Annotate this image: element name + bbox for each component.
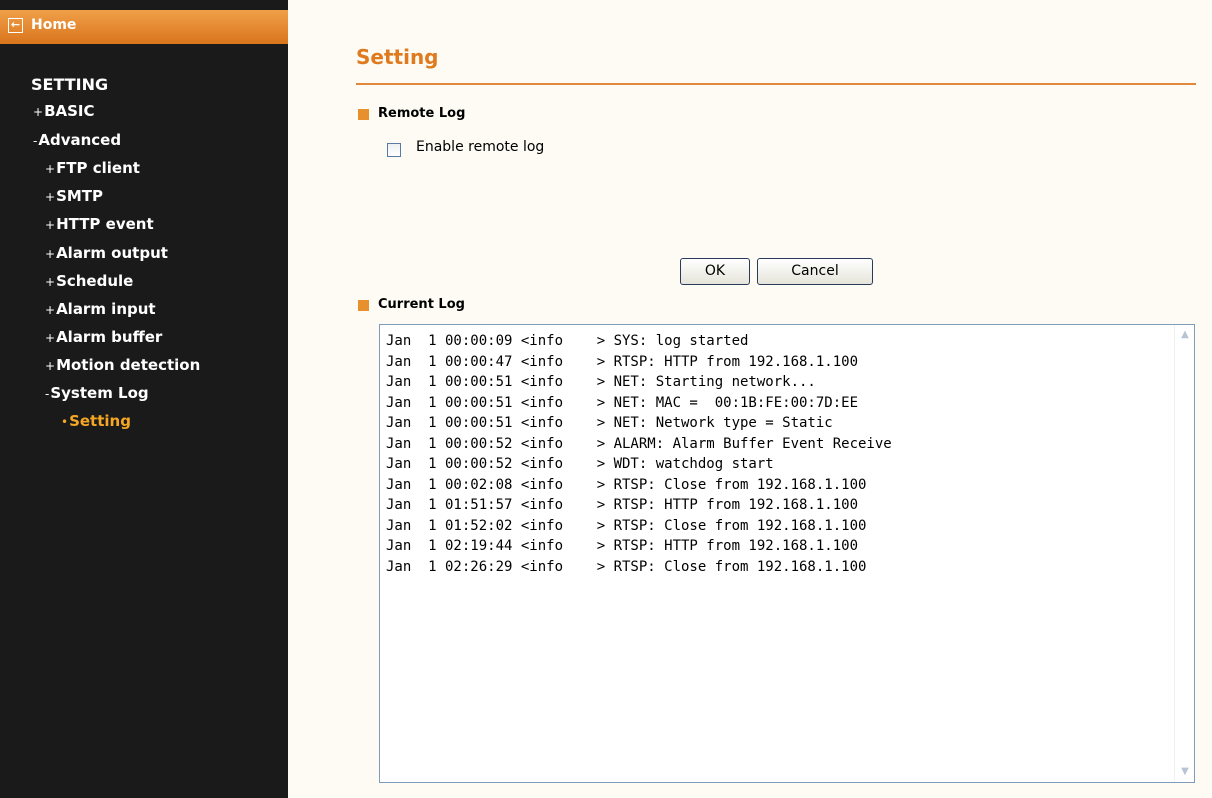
remote-log-heading: Remote Log	[378, 106, 466, 121]
scroll-down-icon[interactable]: ▼	[1178, 765, 1192, 779]
sidebar-item-ftp-client[interactable]: +FTP client	[45, 159, 140, 177]
enable-remote-log-label[interactable]: Enable remote log	[416, 139, 544, 155]
log-scrollbar[interactable]: ▲ ▼	[1174, 325, 1194, 782]
sidebar-item-schedule[interactable]: +Schedule	[45, 272, 133, 290]
log-line: Jan 1 02:26:29 <info > RTSP: Close from …	[386, 558, 867, 575]
log-lines: Jan 1 00:00:09 <info > SYS: log started J…	[386, 331, 892, 577]
sidebar-item-advanced[interactable]: -Advanced	[33, 131, 121, 149]
sidebar-item-alarm-input[interactable]: +Alarm input	[45, 300, 156, 318]
log-line: Jan 1 00:00:52 <info > WDT: watchdog sta…	[386, 456, 774, 472]
home-link[interactable]: ← Home	[0, 10, 288, 44]
log-line: Jan 1 00:00:52 <info > ALARM: Alarm Buff…	[386, 435, 892, 452]
log-line: Jan 1 00:02:08 <info > RTSP: Close from …	[386, 476, 867, 493]
log-line: Jan 1 02:19:44 <info > RTSP: HTTP from 1…	[386, 538, 859, 554]
enable-remote-log-checkbox[interactable]	[387, 143, 401, 157]
current-log-textarea[interactable]: Jan 1 00:00:09 <info > SYS: log started J…	[379, 324, 1195, 783]
log-line: Jan 1 01:51:57 <info > RTSP: HTTP from 1…	[386, 497, 859, 513]
page-title: Setting	[356, 45, 439, 69]
log-line: Jan 1 00:00:51 <info > NET: Network type…	[386, 415, 833, 431]
ok-button[interactable]: OK	[680, 258, 750, 285]
log-line: Jan 1 00:00:51 <info > NET: MAC = 00:1B:…	[386, 394, 859, 411]
sidebar-item-http-event[interactable]: +HTTP event	[45, 215, 154, 233]
home-label: Home	[31, 17, 77, 33]
sidebar-section-title: SETTING	[31, 75, 109, 94]
sidebar-item-smtp[interactable]: +SMTP	[45, 187, 103, 205]
log-line: Jan 1 00:00:09 <info > SYS: log started	[386, 333, 749, 349]
sidebar-item-basic[interactable]: +BASIC	[33, 102, 95, 120]
sidebar-item-setting[interactable]: •Setting	[61, 412, 131, 430]
sidebar-item-motion-detection[interactable]: +Motion detection	[45, 356, 200, 374]
section-bullet-icon	[358, 109, 369, 120]
sidebar-item-alarm-buffer[interactable]: +Alarm buffer	[45, 328, 162, 346]
section-bullet-icon	[358, 300, 369, 311]
scroll-up-icon[interactable]: ▲	[1178, 328, 1192, 342]
log-line: Jan 1 00:00:51 <info > NET: Starting net…	[386, 374, 816, 390]
sidebar-item-system-log[interactable]: -System Log	[45, 384, 149, 402]
sidebar: ← Home SETTING +BASIC -Advanced +FTP cli…	[0, 0, 288, 798]
log-line: Jan 1 01:52:02 <info > RTSP: Close from …	[386, 517, 867, 534]
log-line: Jan 1 00:00:47 <info > RTSP: HTTP from 1…	[386, 353, 859, 370]
sidebar-item-alarm-output[interactable]: +Alarm output	[45, 244, 168, 262]
current-log-heading: Current Log	[378, 297, 465, 312]
back-arrow-icon: ←	[8, 18, 23, 33]
cancel-button[interactable]: Cancel	[757, 258, 873, 285]
title-divider	[356, 83, 1196, 85]
